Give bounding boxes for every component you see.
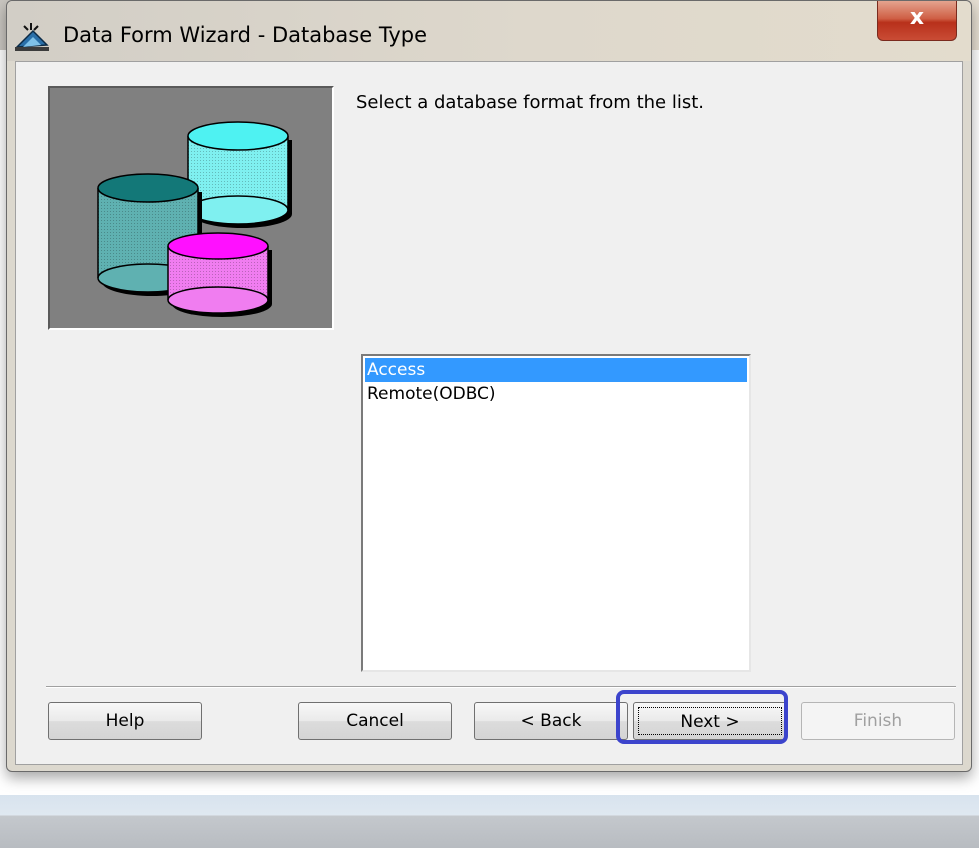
background-window-bottom xyxy=(0,795,979,848)
wizard-icon xyxy=(13,21,53,53)
next-button-highlight xyxy=(616,690,788,744)
separator-line xyxy=(46,686,956,688)
list-item-access[interactable]: Access xyxy=(365,358,747,382)
wizard-body: Select a database format from the list. … xyxy=(15,61,963,765)
cancel-button[interactable]: Cancel xyxy=(298,702,452,740)
title-bar[interactable]: Data Form Wizard - Database Type x xyxy=(7,1,971,61)
help-button[interactable]: Help xyxy=(48,702,202,740)
close-icon: x xyxy=(909,5,925,30)
database-cylinders-icon xyxy=(48,86,334,330)
data-form-wizard-dialog: Data Form Wizard - Database Type x Selec… xyxy=(6,0,972,772)
close-button[interactable]: x xyxy=(877,1,957,41)
instruction-label: Select a database format from the list. xyxy=(356,92,704,113)
back-button[interactable]: < Back xyxy=(474,702,628,740)
list-item-remote-odbc[interactable]: Remote(ODBC) xyxy=(365,382,747,406)
window-title: Data Form Wizard - Database Type xyxy=(63,23,428,47)
finish-button: Finish xyxy=(801,702,955,740)
database-format-list[interactable]: Access Remote(ODBC) xyxy=(361,354,751,672)
